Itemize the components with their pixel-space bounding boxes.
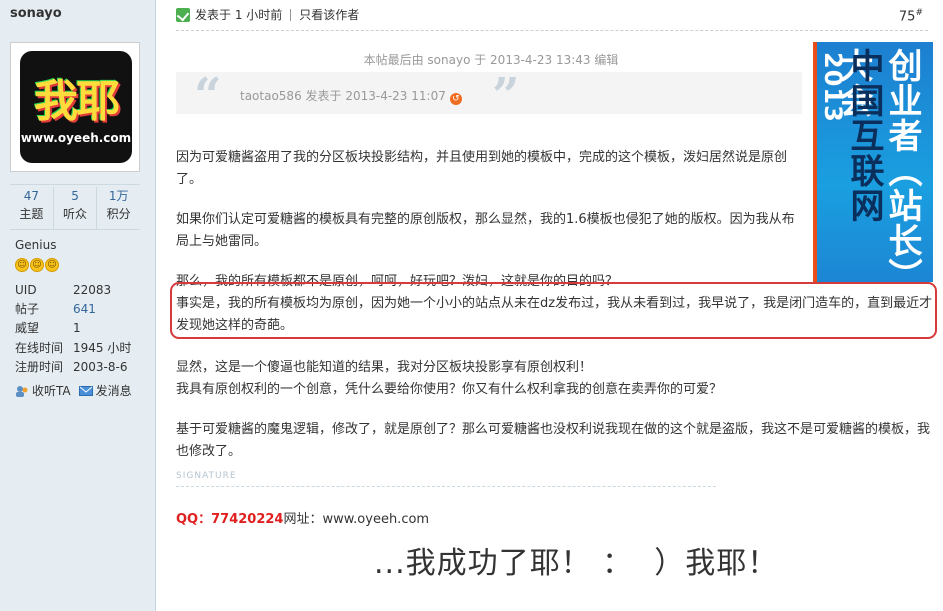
signature-site[interactable]: 网址：www.oyeeh.com bbox=[283, 512, 429, 527]
quote-source: taotao586 发表于 2013-4-23 11:07 ↺ bbox=[240, 87, 462, 105]
author-actions: 收听TA 发消息 bbox=[15, 382, 132, 399]
quote-text[interactable]: taotao586 发表于 2013-4-23 11:07 bbox=[240, 89, 446, 103]
info-row-register-date: 注册时间 2003-8-6 bbox=[15, 358, 131, 377]
author-info: UID 22083 帖子 641 威望 1 在线时间 1945 小时 注册时间 … bbox=[15, 281, 131, 377]
info-key: 帖子 bbox=[15, 302, 40, 317]
stat-value: 47 bbox=[23, 189, 39, 203]
user-rank: Genius bbox=[15, 238, 57, 252]
info-value: 1945 小时 bbox=[73, 340, 132, 355]
avatar-url-text: www.oyeeh.com bbox=[20, 131, 132, 145]
stat-followers[interactable]: 5 听众 bbox=[54, 187, 98, 229]
post-paragraph-6: 基于可爱糖酱的魔鬼逻辑，修改了，就是原创了？那么可爱糖酱也没权利说我现在做的这个… bbox=[176, 422, 931, 459]
info-value-link[interactable]: 641 bbox=[73, 300, 96, 319]
ad-line-3: 2013 bbox=[819, 52, 847, 123]
info-value: 2003-8-6 bbox=[73, 359, 128, 374]
post-meta-bar: 发表于 1 小时前 只看该作者 bbox=[176, 6, 359, 23]
floor-value: 75 bbox=[898, 9, 916, 25]
signature-contact: QQ：77420224网址：www.oyeeh.com bbox=[176, 508, 429, 527]
floor-number[interactable]: 75# bbox=[899, 8, 923, 24]
avatar[interactable]: 我耶 www.oyeeh.com bbox=[20, 51, 132, 163]
envelope-icon bbox=[78, 385, 93, 397]
quote-block: “ ” taotao586 发表于 2013-4-23 11:07 ↺ bbox=[176, 68, 802, 124]
meta-separator bbox=[290, 8, 292, 21]
post-paragraph-2: 如果你们认定可爱糖酱的模板具有完整的原创版权，那么显然，我的1.6模板也侵犯了她… bbox=[176, 212, 795, 249]
smiley-star-icon: ☺ bbox=[45, 258, 59, 272]
post-paragraph-1: 因为可爱糖酱盗用了我的分区板块投影结构，并且使用到她的模板中，完成的这个模板，泼… bbox=[176, 150, 788, 187]
open-quote-icon: “ bbox=[194, 68, 222, 124]
online-status-icon bbox=[176, 7, 190, 22]
stat-topics[interactable]: 47 主题 bbox=[10, 187, 54, 229]
info-row-online-time: 在线时间 1945 小时 bbox=[15, 339, 131, 358]
ad-banner[interactable]: 创业者（站长）大会 中国互联网 2013 bbox=[813, 42, 933, 282]
edit-note: 本帖最后由 sonayo 于 2013-4-23 13:43 编辑 bbox=[363, 53, 619, 67]
close-quote-icon: ” bbox=[492, 68, 520, 124]
highlight-box bbox=[170, 282, 937, 339]
post-line-5a: 显然，这是一个傻逼也能知道的结果，我对分区板块投影享有原创权利！ bbox=[176, 360, 593, 375]
stat-value: 5 bbox=[71, 189, 79, 203]
post-line-5b: 我具有原创权利的一个创意，凭什么要给你使用？你又有什么权利拿我的创意在卖弄你的可… bbox=[176, 382, 723, 397]
signature-qq: QQ：77420224 bbox=[176, 512, 284, 527]
avatar-logo-text: 我耶 bbox=[34, 76, 120, 127]
stat-points[interactable]: 1万 积分 bbox=[97, 187, 140, 229]
signature-motto: ...我成功了耶！ ： ）我耶！ bbox=[374, 546, 779, 581]
info-key: 注册时间 bbox=[15, 359, 64, 374]
follow-icon bbox=[15, 385, 29, 397]
signature-label: SIGNATURE bbox=[176, 471, 237, 481]
signature-divider bbox=[176, 486, 716, 487]
stat-label: 听众 bbox=[63, 207, 88, 221]
info-row-uid: UID 22083 bbox=[15, 281, 131, 300]
ad-line-2: 中国互联网 bbox=[844, 48, 884, 223]
send-message-button[interactable]: 发消息 bbox=[78, 382, 132, 399]
author-sidebar: sonayo 我耶 www.oyeeh.com 47 主题 5 听众 1万 积分… bbox=[0, 0, 156, 611]
stat-label: 积分 bbox=[106, 207, 131, 221]
posted-time: 发表于 1 小时前 bbox=[195, 8, 283, 22]
author-name[interactable]: sonayo bbox=[10, 6, 62, 21]
info-key: 在线时间 bbox=[15, 340, 64, 355]
info-key: 威望 bbox=[15, 321, 40, 336]
info-value: 22083 bbox=[73, 283, 112, 297]
info-key: UID bbox=[15, 283, 37, 297]
smiley-star-icon: ☺ bbox=[30, 258, 44, 272]
info-row-posts: 帖子 641 bbox=[15, 300, 131, 319]
ad-stripe bbox=[813, 42, 817, 282]
stat-label: 主题 bbox=[19, 207, 44, 221]
jump-back-icon[interactable]: ↺ bbox=[449, 93, 462, 105]
follow-label: 收听TA bbox=[32, 384, 71, 398]
follow-button[interactable]: 收听TA bbox=[15, 382, 71, 399]
rank-stars: ☺ ☺ ☺ bbox=[15, 258, 59, 272]
header-divider bbox=[176, 30, 928, 31]
avatar-frame: 我耶 www.oyeeh.com bbox=[10, 42, 140, 172]
send-message-label: 发消息 bbox=[95, 384, 132, 398]
post-paragraph-5: 显然，这是一个傻逼也能知道的结果，我对分区板块投影享有原创权利！ 我具有原创权利… bbox=[176, 357, 936, 401]
stat-value: 1万 bbox=[108, 189, 129, 203]
author-stats: 47 主题 5 听众 1万 积分 bbox=[10, 184, 140, 230]
info-value: 1 bbox=[73, 321, 81, 336]
floor-mark: # bbox=[915, 8, 923, 18]
info-row-prestige: 威望 1 bbox=[15, 319, 131, 338]
smiley-star-icon: ☺ bbox=[15, 258, 29, 272]
author-only-link[interactable]: 只看该作者 bbox=[299, 6, 359, 23]
